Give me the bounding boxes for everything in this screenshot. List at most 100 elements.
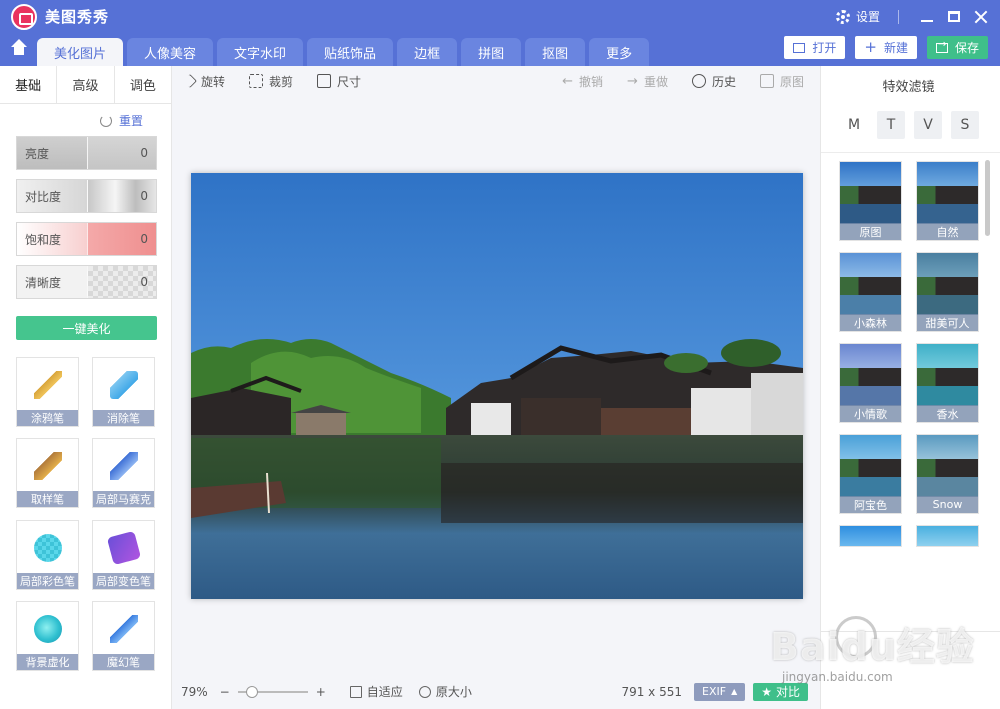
tool-mosaic-brush[interactable]: 局部马赛克 (92, 438, 155, 508)
filter-category-v[interactable]: V (914, 111, 942, 139)
original-button[interactable]: 原图 (759, 73, 804, 90)
filter-partial[interactable] (839, 525, 902, 547)
zoom-out-icon[interactable]: − (220, 685, 230, 699)
fit-button[interactable]: 自适应 (349, 683, 403, 700)
brightness-label: 亮度 (17, 137, 87, 169)
zoom-level: 79% (181, 684, 208, 699)
tool-label: 魔幻笔 (93, 654, 154, 670)
reset-icon (100, 114, 112, 127)
maximize-button[interactable] (940, 0, 967, 33)
new-button[interactable]: + 新建 (855, 36, 917, 59)
filter-thumbnail (917, 344, 978, 406)
filter-forest[interactable]: 小森林 (839, 252, 902, 332)
open-button[interactable]: 打开 (784, 36, 846, 59)
filter-snow[interactable]: Snow (916, 434, 979, 514)
redo-button[interactable]: → 重做 (627, 73, 668, 90)
zoom-slider[interactable] (237, 685, 308, 698)
contrast-slider[interactable]: 对比度 0 (16, 179, 157, 213)
filter-natural[interactable]: 自然 (916, 161, 979, 241)
filter-category-m[interactable]: M (840, 111, 868, 139)
saturation-label: 饱和度 (17, 223, 87, 255)
crop-button[interactable]: 裁剪 (249, 73, 293, 90)
filter-sweet[interactable]: 甜美可人 (916, 252, 979, 332)
original-label: 原图 (779, 74, 804, 89)
tool-label: 局部变色笔 (93, 573, 154, 589)
zoom-in-icon[interactable]: + (316, 685, 326, 699)
sharpness-label: 清晰度 (17, 266, 87, 298)
sparkle-icon: ★ (761, 684, 772, 699)
tab-text-watermark[interactable]: 文字水印 (217, 38, 304, 66)
tab-more[interactable]: 更多 (589, 38, 650, 66)
contrast-label: 对比度 (17, 180, 87, 212)
save-button[interactable]: 保存 (926, 36, 988, 59)
filter-abao[interactable]: 阿宝色 (839, 434, 902, 514)
new-label: 新建 (883, 41, 908, 55)
actual-size-button[interactable]: 原大小 (418, 683, 472, 700)
tool-sample-brush[interactable]: 取样笔 (16, 438, 79, 508)
subtab-advanced[interactable]: 高级 (57, 66, 115, 103)
filter-label: 香水 (917, 405, 978, 422)
tab-cutout[interactable]: 抠图 (525, 38, 586, 66)
tool-label: 背景虚化 (17, 654, 78, 670)
contrast-value: 0 (87, 180, 156, 212)
saturation-slider[interactable]: 饱和度 0 (16, 222, 157, 256)
redo-label: 重做 (643, 74, 668, 89)
filter-perfume[interactable]: 香水 (916, 343, 979, 423)
compare-label: 对比 (775, 685, 800, 699)
tool-color-brush[interactable]: 局部彩色笔 (16, 520, 79, 590)
magnifier-icon (418, 685, 431, 698)
compare-button[interactable]: ★ 对比 (753, 682, 808, 701)
clock-icon (691, 74, 706, 88)
reset-button[interactable]: 重置 (100, 112, 143, 129)
settings-button[interactable]: 设置 (835, 8, 880, 25)
title-divider (898, 9, 899, 24)
filter-scrollbar[interactable] (985, 160, 990, 236)
tool-background-blur[interactable]: 背景虚化 (16, 601, 79, 671)
tool-eraser-brush[interactable]: 消除笔 (92, 357, 155, 427)
rotate-button[interactable]: 旋转 (182, 73, 226, 90)
save-label: 保存 (954, 41, 979, 55)
tool-recolor-brush[interactable]: 局部变色笔 (92, 520, 155, 590)
tool-magic-brush[interactable]: 魔幻笔 (92, 601, 155, 671)
tool-label: 取样笔 (17, 491, 78, 507)
image-icon (759, 74, 774, 88)
one-key-beautify-button[interactable]: 一键美化 (16, 316, 157, 340)
history-button[interactable]: 历史 (691, 73, 736, 90)
filter-love-song[interactable]: 小情歌 (839, 343, 902, 423)
water-town-photo (191, 173, 803, 599)
tool-label: 局部彩色笔 (17, 573, 78, 589)
divider (821, 152, 1000, 153)
home-button[interactable] (0, 33, 37, 66)
brightness-slider[interactable]: 亮度 0 (16, 136, 157, 170)
sharpness-value: 0 (87, 266, 156, 298)
close-button[interactable] (967, 0, 994, 33)
subtab-basic[interactable]: 基础 (0, 66, 58, 103)
saturation-value: 0 (87, 223, 156, 255)
filter-label: 小情歌 (840, 405, 901, 422)
minimize-button[interactable] (913, 0, 940, 33)
exif-button[interactable]: EXIF ▲ (694, 682, 746, 701)
undo-label: 撤销 (579, 74, 604, 89)
filter-original[interactable]: 原图 (839, 161, 902, 241)
tab-beautify[interactable]: 美化图片 (37, 38, 124, 66)
filter-category-t[interactable]: T (877, 111, 905, 139)
tab-frames[interactable]: 边框 (397, 38, 458, 66)
image-icon (793, 42, 806, 53)
tool-doodle-brush[interactable]: 涂鸦笔 (16, 357, 79, 427)
filter-category-s[interactable]: S (951, 111, 979, 139)
photo-canvas[interactable] (191, 173, 803, 599)
tab-collage[interactable]: 拼图 (461, 38, 522, 66)
tab-stickers[interactable]: 贴纸饰品 (307, 38, 394, 66)
scissors-icon (249, 74, 264, 88)
color-brush-icon (34, 534, 62, 562)
brush-icon (34, 371, 62, 399)
rotate-label: 旋转 (201, 74, 226, 89)
sharpness-slider[interactable]: 清晰度 0 (16, 265, 157, 299)
zoom-slider-handle[interactable] (245, 685, 258, 698)
eraser-icon (110, 371, 138, 399)
size-button[interactable]: 尺寸 (317, 73, 361, 90)
tab-portrait[interactable]: 人像美容 (127, 38, 214, 66)
undo-button[interactable]: ← 撤销 (562, 73, 603, 90)
filter-partial[interactable] (916, 525, 979, 547)
subtab-color[interactable]: 调色 (115, 66, 171, 103)
